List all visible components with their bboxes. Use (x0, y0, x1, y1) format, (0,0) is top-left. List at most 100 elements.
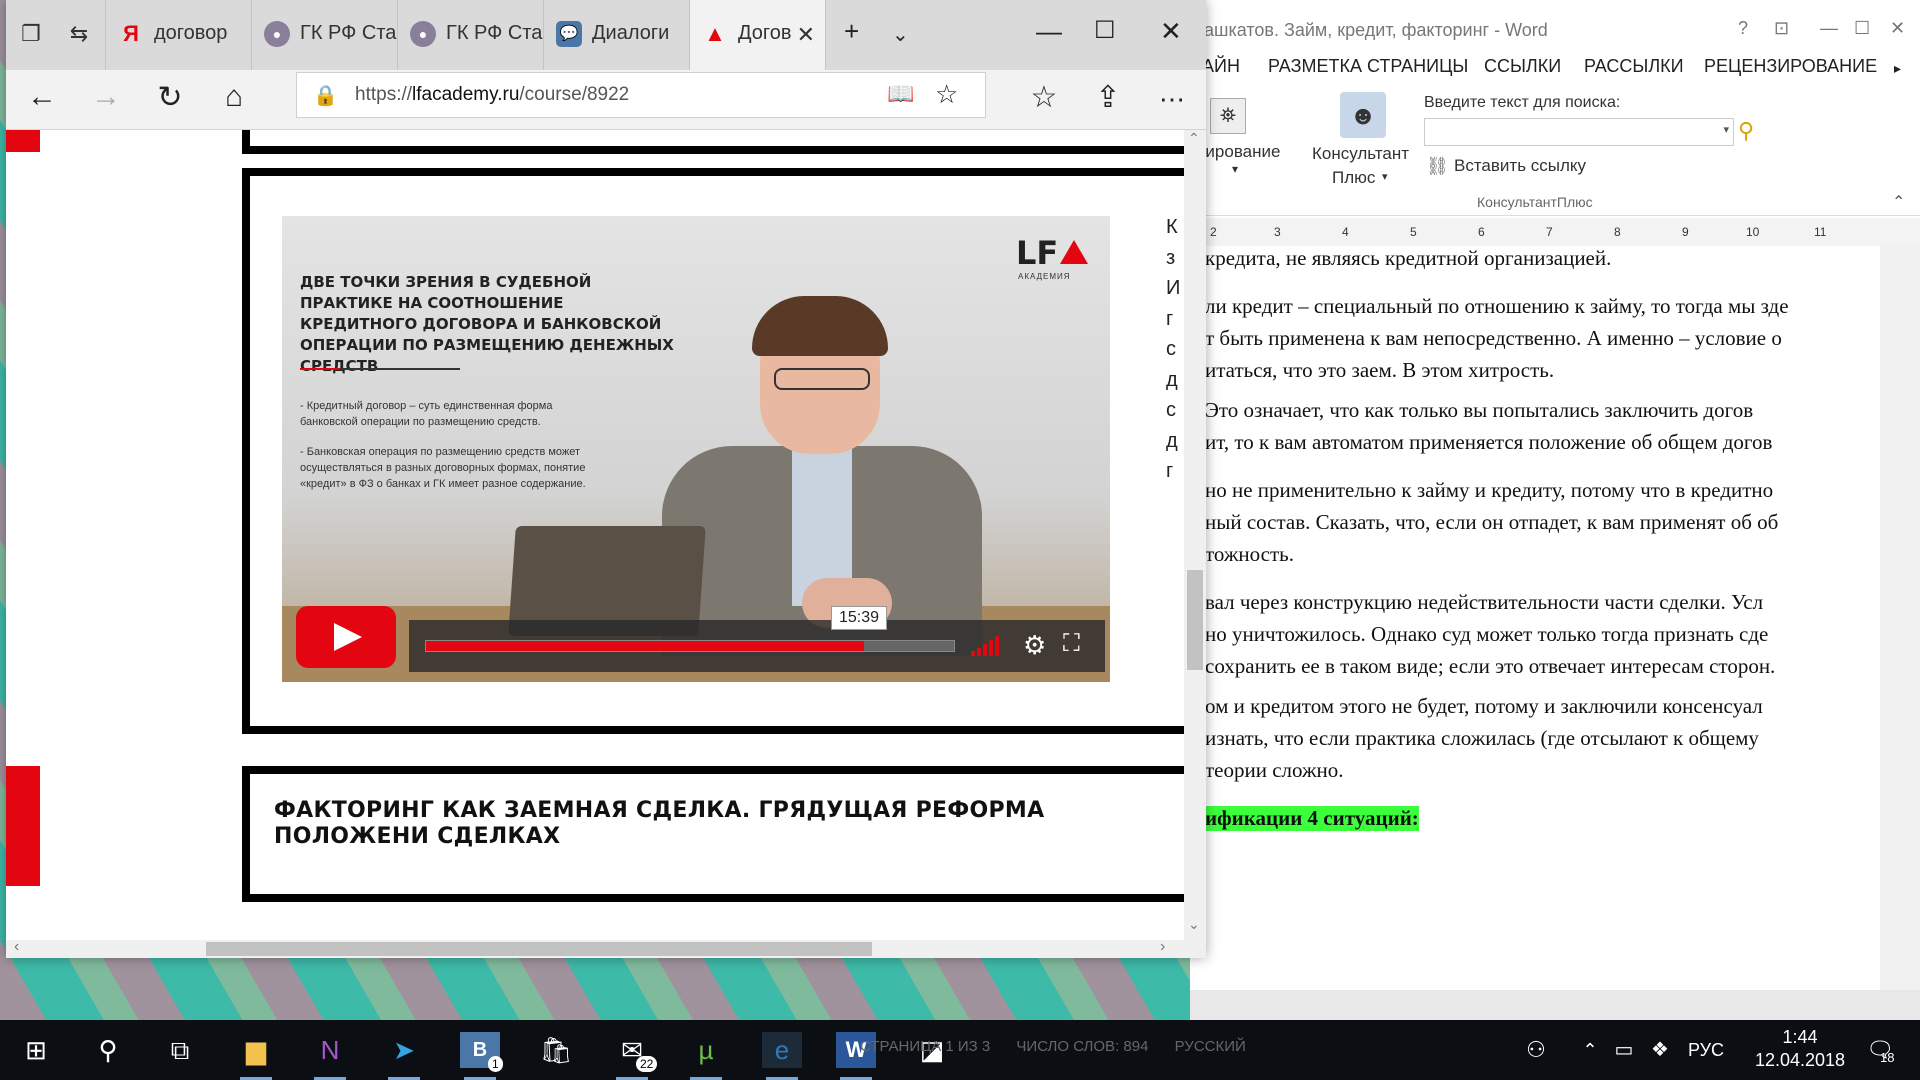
binoculars-icon[interactable]: ⛯ (1210, 98, 1246, 134)
favorite-star-icon[interactable]: ☆ (935, 79, 958, 110)
tab-review[interactable]: РЕЦЕНЗИРОВАНИЕ (1704, 56, 1877, 77)
ruler-tick: 8 (1614, 225, 1621, 239)
system-clock[interactable]: 1:44 12.04.2018 (1740, 1026, 1860, 1072)
mail-badge: 22 (636, 1056, 658, 1072)
refresh-icon[interactable]: ↻ (150, 80, 190, 115)
set-aside-tabs-button[interactable]: ❐ (6, 0, 54, 70)
lock-icon: 🔒 (313, 85, 338, 107)
settings-gear-icon[interactable]: ⚙ (1023, 630, 1046, 661)
edge-icon[interactable]: e (762, 1032, 802, 1080)
lesson-title[interactable]: ФАКТОРИНГ КАК ЗАЕМНАЯ СДЕЛКА. ГРЯДУЩАЯ Р… (274, 798, 1184, 850)
chevron-down-icon[interactable]: ▾ (1232, 162, 1238, 176)
tab-mailings[interactable]: РАССЫЛКИ (1584, 56, 1684, 77)
help-icon[interactable]: ? (1738, 18, 1748, 39)
search-icon[interactable]: ⚲ (88, 1032, 128, 1068)
address-bar[interactable]: 🔒 https://lfacademy.ru/course/8922 📖 ☆ (296, 72, 986, 118)
word-vertical-scrollbar[interactable] (1880, 246, 1920, 990)
consultant-avatar-icon[interactable]: ☻ (1340, 92, 1386, 138)
tab-design[interactable]: АЙН (1202, 56, 1240, 77)
document-page[interactable]: кредита, не являясь кредитной организаци… (1190, 246, 1870, 990)
back-icon[interactable]: ← (22, 80, 62, 114)
tab-dialogi[interactable]: 💬 Диалоги (544, 0, 690, 70)
start-windows-icon[interactable]: ⊞ (16, 1032, 56, 1068)
video-player[interactable]: ДВЕ ТОЧКИ ЗРЕНИЯ В СУДЕБНОЙ ПРАКТИКЕ НА … (282, 216, 1110, 682)
close-window-button[interactable]: ✕ (1160, 16, 1182, 47)
close-tab-icon[interactable]: ✕ (797, 22, 815, 48)
store-icon[interactable]: 🛍 (536, 1032, 576, 1068)
tab-bar: ❐ ⇆ Я договор ● ГК РФ Ста ● ГК РФ Ста 💬 … (6, 0, 1206, 70)
tab-references[interactable]: ССЫЛКИ (1484, 56, 1561, 77)
clock-time: 1:44 (1782, 1027, 1818, 1047)
tab-label: Диалоги (592, 22, 670, 44)
chat-icon: 💬 (556, 21, 582, 47)
scroll-down-icon[interactable]: ⌄ (1188, 916, 1200, 933)
close-button[interactable]: ✕ (1890, 18, 1905, 39)
insert-link-button[interactable]: Вставить ссылку (1454, 156, 1586, 176)
scroll-up-icon[interactable]: ⌃ (1188, 130, 1200, 147)
previous-card (242, 130, 1184, 154)
home-icon[interactable]: ⌂ (214, 80, 254, 114)
favorites-hub-icon[interactable]: ☆ (1024, 80, 1064, 115)
avatar-icon: ● (410, 21, 436, 47)
forward-icon[interactable]: → (86, 80, 126, 114)
scroll-thumb[interactable] (206, 942, 872, 956)
ribbon-display-icon[interactable]: ⊡ (1774, 18, 1789, 39)
vertical-scrollbar[interactable]: ⌃ ⌄ (1184, 130, 1206, 940)
tab-list-chevron-icon[interactable]: ⌄ (892, 22, 909, 47)
collapse-ribbon-icon[interactable]: ⌃ (1892, 192, 1905, 212)
consultant-label-2[interactable]: Плюс (1332, 168, 1375, 188)
dropbox-icon[interactable]: ❖ (1640, 1032, 1680, 1068)
search-input[interactable]: ▾ (1424, 118, 1734, 146)
doc-line: Это означает, что как только вы попытали… (1205, 398, 1754, 422)
tab-gk-rf-1[interactable]: ● ГК РФ Ста (252, 0, 398, 70)
doc-line: кредита, не являясь кредитной организаци… (1205, 246, 1612, 270)
telegram-icon[interactable]: ➤ (384, 1032, 424, 1080)
scroll-right-icon[interactable]: › (1160, 938, 1165, 956)
minimize-button[interactable]: — (1820, 18, 1838, 39)
doc-line: т быть применена к вам непосредственно. … (1205, 326, 1782, 350)
consultant-label[interactable]: Консультант (1312, 144, 1409, 164)
doc-line: но уничтожилось. Однако суд может только… (1205, 622, 1769, 646)
chevron-down-icon[interactable]: ▾ (1382, 170, 1388, 183)
fullscreen-icon[interactable]: ⛶ (1063, 630, 1080, 658)
edge-browser-window: ❐ ⇆ Я договор ● ГК РФ Ста ● ГК РФ Ста 💬 … (6, 0, 1206, 958)
share-icon[interactable]: ⇪ (1088, 80, 1128, 115)
slide-bullet-2: - Банковская операция по размещению сред… (300, 446, 586, 490)
task-view-icon[interactable]: ⧉ (160, 1032, 200, 1068)
lecturer-figure (652, 296, 992, 656)
onenote-icon[interactable]: N (310, 1032, 350, 1080)
dropdown-arrow-icon[interactable]: ▾ (1723, 123, 1729, 136)
tab-active-course[interactable]: ▲ Догов ✕ (690, 0, 826, 70)
ribbon-scroll-right-icon[interactable]: ▸ (1894, 60, 1901, 77)
utorrent-icon[interactable]: µ (686, 1032, 726, 1080)
lfa-logo: LF (1016, 234, 1089, 272)
logo-subtitle: АКАДЕМИЯ (1018, 272, 1071, 281)
play-button[interactable] (296, 606, 396, 668)
input-language[interactable]: РУС (1688, 1040, 1724, 1061)
lecturer-hair (752, 296, 888, 356)
word-status-bar: СТРАНИЦА 1 ИЗ 3 ЧИСЛО СЛОВ: 894 РУССКИЙ (860, 1038, 1268, 1055)
battery-icon[interactable]: ▭ (1604, 1032, 1644, 1068)
more-icon[interactable]: ⋯ (1152, 84, 1192, 115)
horizontal-scrollbar[interactable]: ‹ › (6, 938, 1206, 958)
ribbon-group-label: КонсультантПлюс (1477, 194, 1593, 210)
maximize-button[interactable]: ☐ (1094, 16, 1116, 45)
progress-track[interactable] (425, 640, 955, 652)
maximize-button[interactable]: ☐ (1854, 18, 1870, 39)
tab-page-layout[interactable]: РАЗМЕТКА СТРАНИЦЫ (1268, 56, 1468, 77)
quality-bars-icon[interactable] (971, 636, 1005, 656)
people-icon[interactable]: ⚇ (1516, 1032, 1556, 1068)
show-aside-tabs-button[interactable]: ⇆ (54, 0, 106, 70)
reading-view-icon[interactable]: 📖 (887, 81, 914, 107)
side-letter: К (1166, 216, 1178, 238)
minimize-button[interactable]: — (1036, 16, 1062, 47)
scroll-left-icon[interactable]: ‹ (14, 938, 19, 956)
search-icon[interactable]: ⚲ (1738, 118, 1754, 144)
new-tab-button[interactable]: + (844, 16, 859, 47)
file-explorer-icon[interactable]: ▆ (236, 1032, 276, 1080)
link-icon: ⛓ (1426, 156, 1449, 176)
scroll-thumb[interactable] (1187, 570, 1203, 670)
tab-gk-rf-2[interactable]: ● ГК РФ Ста (398, 0, 544, 70)
side-letter: с (1166, 338, 1176, 360)
tab-dogovor[interactable]: Я договор (106, 0, 252, 70)
